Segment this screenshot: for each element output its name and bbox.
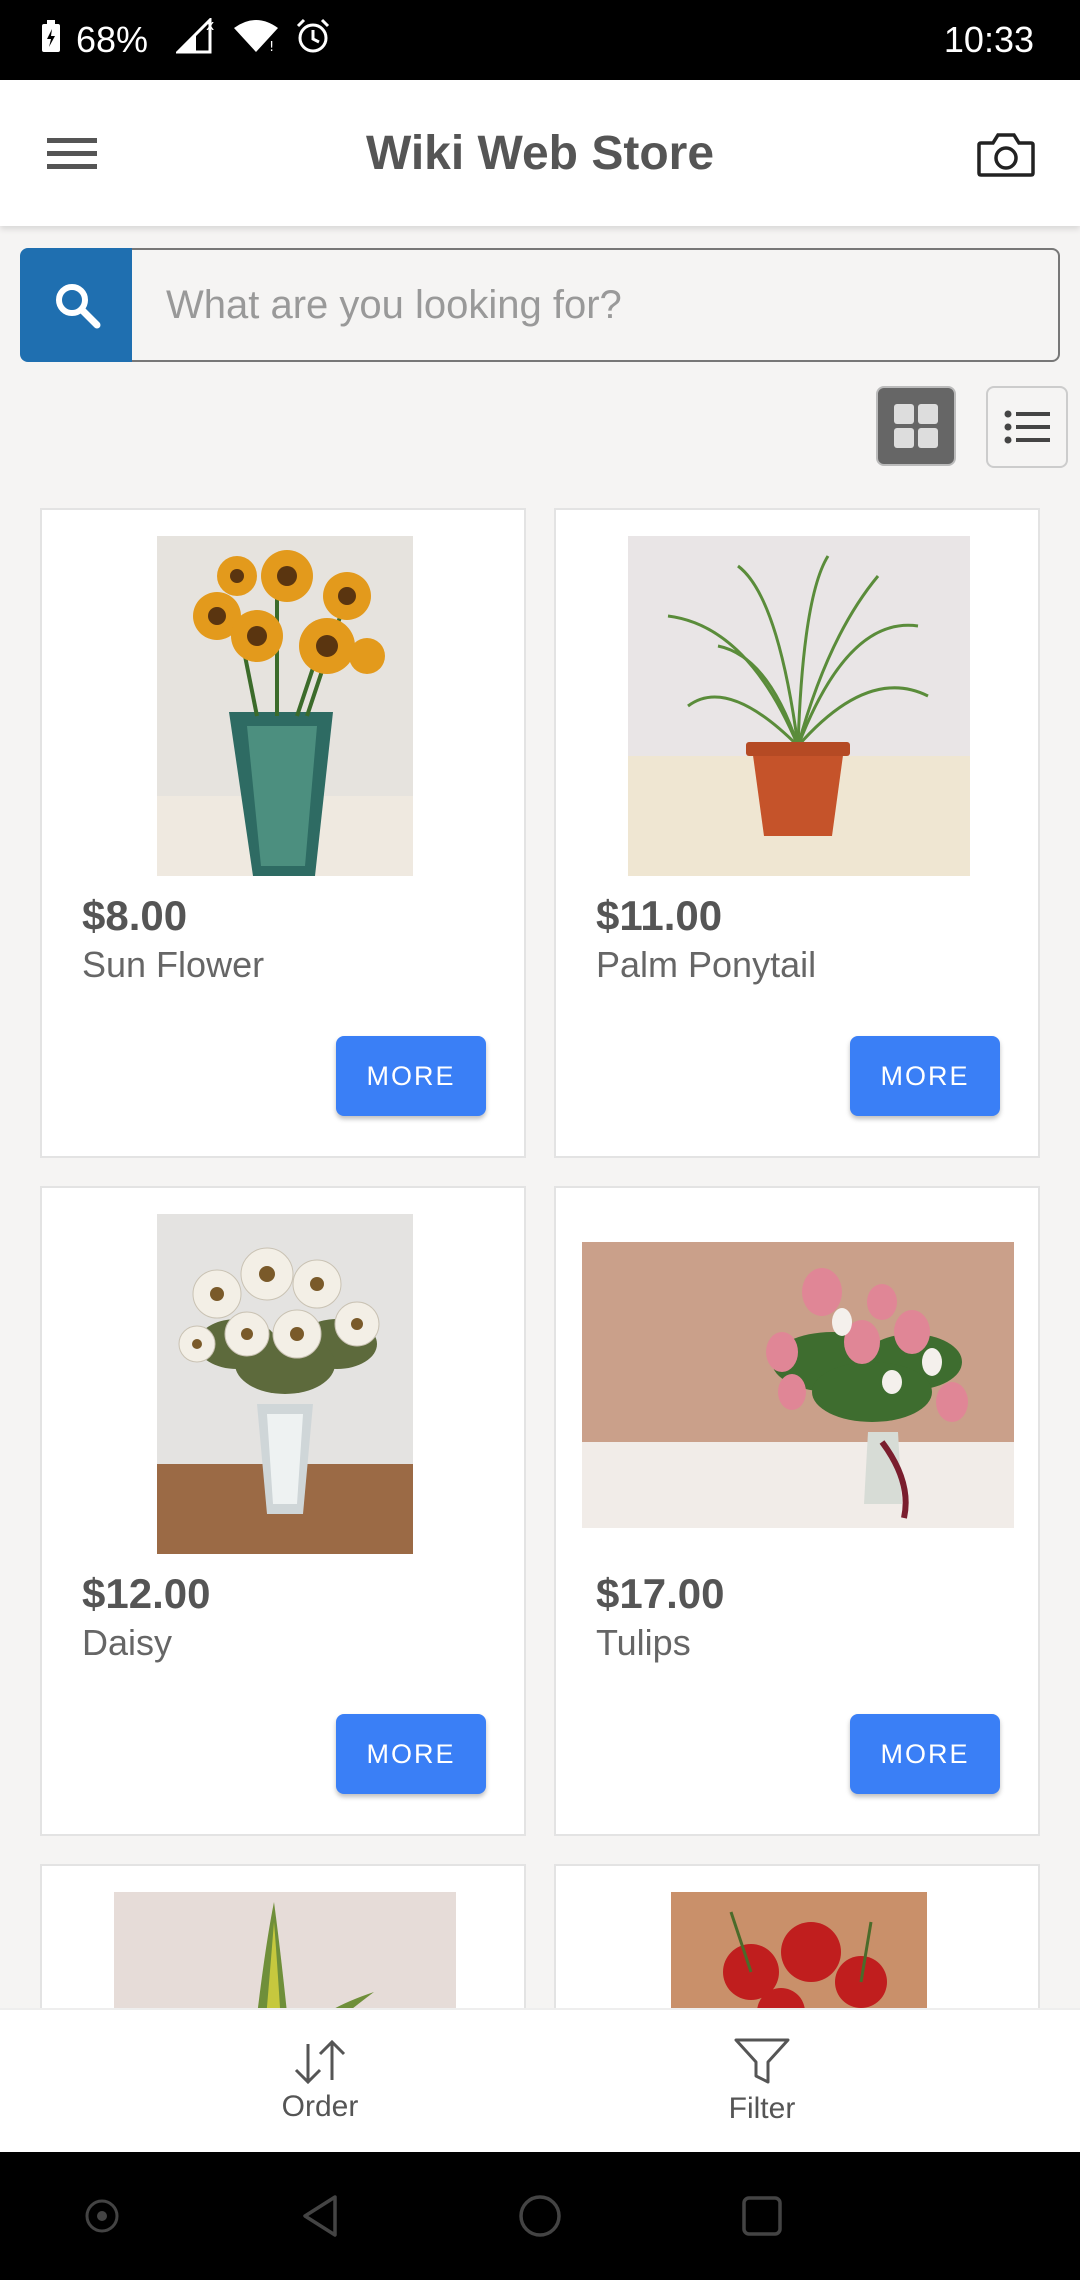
product-name: Daisy (82, 1622, 173, 1663)
more-button[interactable]: MORE (850, 1714, 1000, 1794)
sort-order-icon (294, 2040, 346, 2084)
grid-view-button[interactable] (876, 386, 956, 466)
clock: 10:33 (943, 19, 1034, 60)
grid-view-icon (894, 404, 938, 448)
menu-button[interactable] (42, 124, 102, 184)
product-image (157, 1214, 413, 1554)
order-label: Order (281, 2090, 359, 2123)
filter-icon (734, 2038, 790, 2084)
camera-icon (977, 133, 1035, 177)
status-bar: 68% x ! 10:33 (0, 0, 1080, 80)
assistant-button[interactable] (72, 2186, 132, 2246)
home-circle-icon (519, 2195, 561, 2237)
product-card[interactable]: $17.00 Tulips MORE (554, 1186, 1040, 1836)
system-navigation-bar (0, 2152, 1080, 2280)
list-view-icon (1004, 410, 1050, 444)
product-card[interactable]: $12.00 Daisy MORE (40, 1186, 526, 1836)
product-image (157, 536, 413, 876)
svg-text:x: x (206, 18, 214, 34)
assistant-dot-icon (85, 2199, 119, 2233)
product-image (628, 536, 970, 876)
search-bar (20, 248, 1060, 362)
back-button[interactable] (290, 2186, 350, 2246)
camera-button[interactable] (972, 124, 1040, 184)
product-price: $8.00 (82, 892, 188, 939)
filter-button[interactable]: Filter (662, 2010, 862, 2154)
battery-percent: 68% (76, 19, 149, 60)
order-button[interactable]: Order (220, 2010, 420, 2154)
product-name: Tulips (596, 1622, 691, 1663)
more-button[interactable]: MORE (336, 1714, 486, 1794)
svg-text:!: ! (269, 40, 274, 54)
recents-button[interactable] (732, 2186, 792, 2246)
wifi-icon: ! (232, 18, 280, 63)
bottom-action-bar: Order Filter (0, 2008, 1080, 2154)
back-triangle-icon (303, 2195, 337, 2237)
home-button[interactable] (510, 2186, 570, 2246)
list-view-button[interactable] (986, 386, 1068, 468)
product-price: $12.00 (82, 1570, 211, 1617)
page-title: Wiki Web Store (365, 126, 715, 180)
search-button[interactable] (20, 248, 134, 362)
app-bar: Wiki Web Store (0, 80, 1080, 226)
product-price: $11.00 (596, 892, 723, 939)
search-icon (56, 284, 101, 329)
product-card[interactable]: $11.00 Palm Ponytail MORE (554, 508, 1040, 1158)
more-button[interactable]: MORE (850, 1036, 1000, 1116)
filter-label: Filter (728, 2092, 796, 2125)
alarm-icon (294, 17, 332, 64)
battery-icon (40, 19, 62, 62)
product-name: Sun Flower (82, 944, 265, 985)
search-input[interactable] (132, 248, 1060, 362)
cellular-signal-icon: x (174, 15, 218, 63)
product-price: $17.00 (596, 1570, 725, 1617)
product-card[interactable]: $8.00 Sun Flower MORE (40, 508, 526, 1158)
recents-square-icon (742, 2196, 782, 2236)
product-image (582, 1242, 1014, 1528)
hamburger-menu-icon (47, 138, 97, 169)
more-button[interactable]: MORE (336, 1036, 486, 1116)
product-name: Palm Ponytail (596, 944, 817, 985)
